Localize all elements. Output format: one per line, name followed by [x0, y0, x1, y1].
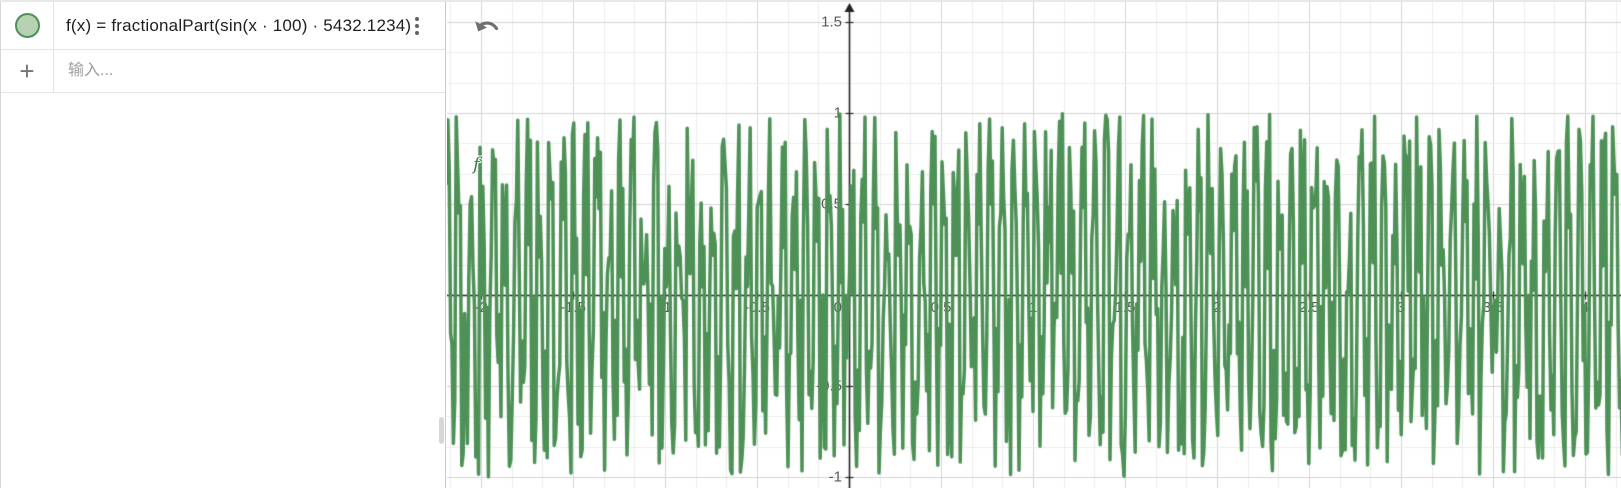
formula-cell: f(x) = fractionalPart(sin(x · 100) · 543… — [54, 16, 445, 36]
algebra-row-new-input[interactable]: + — [1, 50, 445, 93]
grid-canvas — [447, 2, 1621, 488]
function-formula[interactable]: f(x) = fractionalPart(sin(x · 100) · 543… — [66, 16, 411, 35]
panel-resize-handle[interactable] — [439, 417, 444, 444]
more-options-icon[interactable] — [411, 13, 423, 39]
geogebra-app: f(x) = fractionalPart(sin(x · 100) · 543… — [0, 0, 1621, 488]
marble-cell — [1, 2, 54, 49]
function-visibility-marble[interactable] — [14, 13, 40, 38]
graphics-view[interactable]: -2 -1.5 -1 -0.5 0.5 1 1.5 2 2.5 3 3.5 4 1.5 1 0.5 -0.5-… — [447, 2, 1621, 488]
undo-button[interactable] — [471, 16, 505, 47]
algebra-new-input-field[interactable] — [66, 61, 410, 81]
algebra-row-function[interactable]: f(x) = fractionalPart(sin(x · 100) · 543… — [1, 2, 445, 50]
undo-arrow-icon — [475, 21, 499, 32]
input-cell — [54, 61, 445, 81]
add-input-icon[interactable]: + — [19, 58, 34, 84]
plus-cell: + — [1, 50, 54, 92]
algebra-panel: f(x) = fractionalPart(sin(x · 100) · 543… — [0, 2, 446, 488]
